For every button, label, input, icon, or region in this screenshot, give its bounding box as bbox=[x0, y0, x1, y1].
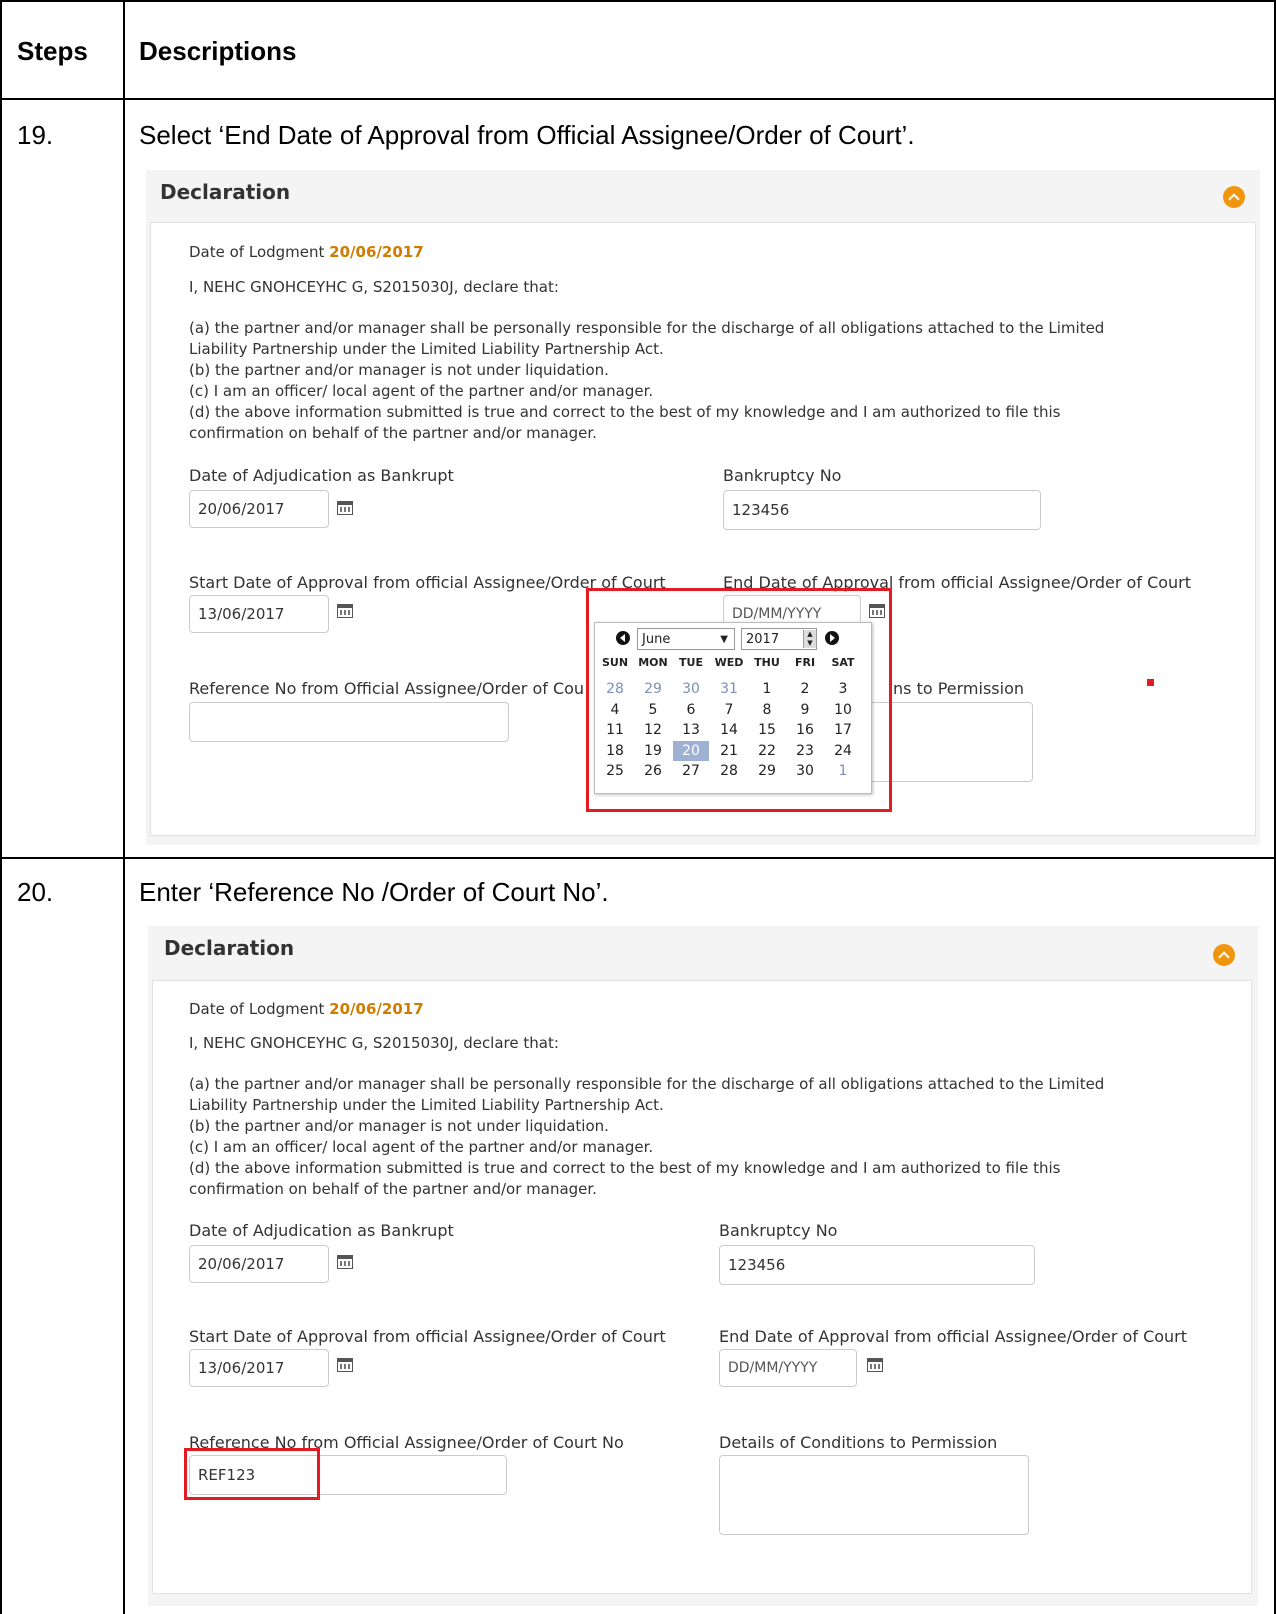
header-steps: Steps bbox=[17, 36, 88, 66]
clause-line: (c) I am an officer/ local agent of the … bbox=[189, 382, 654, 400]
start-date-input[interactable]: 13/06/2017 bbox=[189, 595, 329, 633]
reference-highlight-box bbox=[184, 1448, 320, 1500]
adjudication-label: Date of Adjudication as Bankrupt bbox=[189, 1221, 454, 1240]
collapse-icon[interactable] bbox=[1213, 944, 1235, 966]
table-column-divider bbox=[123, 0, 125, 1614]
lodgment-label: Date of Lodgment bbox=[189, 1000, 325, 1018]
adjudication-label: Date of Adjudication as Bankrupt bbox=[189, 466, 454, 485]
bankruptcy-no-input[interactable]: 123456 bbox=[723, 490, 1041, 530]
declare-intro: I, NEHC GNOHCEYHC G, S2015030J, declare … bbox=[189, 1034, 559, 1052]
lodgment-value: 20/06/2017 bbox=[329, 1000, 424, 1018]
clause-line: (a) the partner and/or manager shall be … bbox=[189, 1075, 1105, 1093]
table-border-top bbox=[0, 0, 1276, 2]
bankruptcy-no-input[interactable]: 123456 bbox=[719, 1245, 1035, 1285]
table-border-left bbox=[0, 0, 2, 1614]
declaration-panel-step19: Declaration Date of Lodgment 20/06/2017 … bbox=[146, 170, 1260, 845]
table-row-divider-step19 bbox=[0, 857, 1276, 859]
end-date-label: End Date of Approval from official Assig… bbox=[719, 1327, 1188, 1346]
declaration-form-box: Date of Lodgment 20/06/2017 I, NEHC GNOH… bbox=[152, 980, 1252, 1594]
clause-line: (d) the above information submitted is t… bbox=[189, 403, 1061, 421]
conditions-input[interactable] bbox=[719, 1455, 1029, 1535]
panel-title: Declaration bbox=[160, 180, 291, 204]
reference-label: Reference No from Official Assignee/Orde… bbox=[189, 679, 585, 698]
bankruptcy-label: Bankruptcy No bbox=[719, 1221, 838, 1240]
declaration-clauses: (a) the partner and/or manager shall be … bbox=[189, 318, 1104, 444]
clause-line: (a) the partner and/or manager shall be … bbox=[189, 319, 1105, 337]
reference-no-input[interactable] bbox=[189, 702, 509, 742]
step-19-description: Select ‘End Date of Approval from Offici… bbox=[139, 120, 915, 150]
calendar-icon[interactable] bbox=[337, 1358, 353, 1372]
clause-line: Liability Partnership under the Limited … bbox=[189, 1096, 664, 1114]
calendar-icon[interactable] bbox=[867, 1358, 883, 1372]
lodgment-label: Date of Lodgment bbox=[189, 243, 325, 261]
start-date-input[interactable]: 13/06/2017 bbox=[189, 1349, 329, 1387]
table-row-divider-header bbox=[0, 98, 1276, 100]
step-19-number: 19. bbox=[17, 120, 54, 150]
declaration-clauses: (a) the partner and/or manager shall be … bbox=[189, 1074, 1104, 1200]
clause-line: confirmation on behalf of the partner an… bbox=[189, 1180, 597, 1198]
conditions-label: Details of Conditions to Permission bbox=[719, 1433, 998, 1452]
start-date-label: Start Date of Approval from official Ass… bbox=[189, 1327, 666, 1346]
header-descriptions: Descriptions bbox=[139, 36, 297, 66]
clause-line: (b) the partner and/or manager is not un… bbox=[189, 1117, 609, 1135]
lodgment-line: Date of Lodgment 20/06/2017 bbox=[189, 243, 424, 261]
adjudication-date-input[interactable]: 20/06/2017 bbox=[189, 490, 329, 528]
lodgment-value: 20/06/2017 bbox=[329, 243, 424, 261]
red-marker bbox=[1147, 679, 1154, 686]
panel-title: Declaration bbox=[164, 936, 295, 960]
declaration-panel-step20: Declaration Date of Lodgment 20/06/2017 … bbox=[148, 926, 1258, 1606]
clause-line: (d) the above information submitted is t… bbox=[189, 1159, 1061, 1177]
adjudication-date-input[interactable]: 20/06/2017 bbox=[189, 1245, 329, 1283]
declare-intro: I, NEHC GNOHCEYHC G, S2015030J, declare … bbox=[189, 278, 559, 296]
clause-line: Liability Partnership under the Limited … bbox=[189, 340, 664, 358]
step-20-description: Enter ‘Reference No /Order of Court No’. bbox=[139, 877, 609, 907]
bankruptcy-label: Bankruptcy No bbox=[723, 466, 842, 485]
conditions-label: ns to Permission bbox=[893, 679, 1025, 698]
collapse-icon[interactable] bbox=[1223, 186, 1245, 208]
calendar-icon[interactable] bbox=[337, 604, 353, 618]
lodgment-line: Date of Lodgment 20/06/2017 bbox=[189, 1000, 424, 1018]
clause-line: (c) I am an officer/ local agent of the … bbox=[189, 1138, 654, 1156]
datepicker-highlight-box bbox=[586, 588, 892, 812]
step-20-number: 20. bbox=[17, 877, 54, 907]
end-date-input[interactable]: DD/MM/YYYY bbox=[719, 1349, 857, 1387]
calendar-icon[interactable] bbox=[337, 501, 353, 515]
calendar-icon[interactable] bbox=[337, 1255, 353, 1269]
clause-line: confirmation on behalf of the partner an… bbox=[189, 424, 597, 442]
clause-line: (b) the partner and/or manager is not un… bbox=[189, 361, 609, 379]
